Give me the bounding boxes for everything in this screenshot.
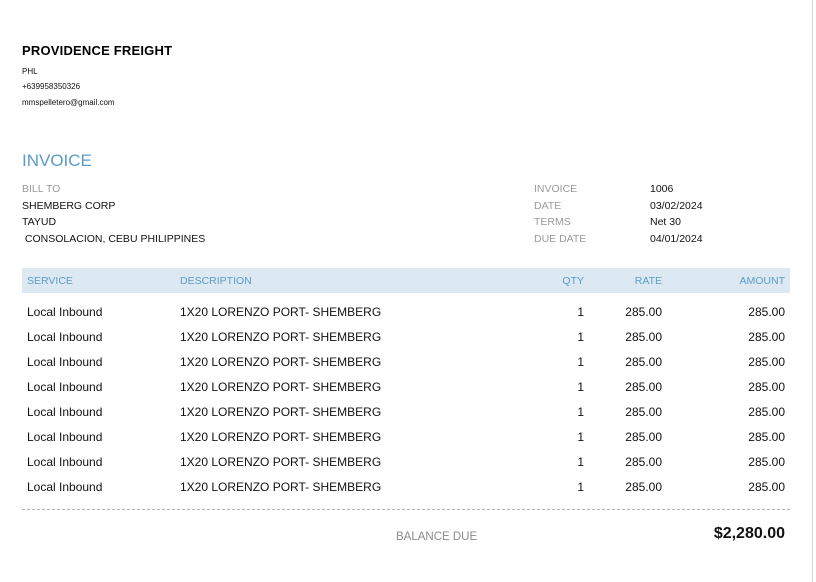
- table-row: Local Inbound 1X20 LORENZO PORT- SHEMBERG…: [22, 424, 790, 449]
- table-row: Local Inbound 1X20 LORENZO PORT- SHEMBERG…: [22, 399, 790, 424]
- amount-cell: 285.00: [748, 430, 785, 444]
- service-cell: Local Inbound: [27, 355, 103, 369]
- qty-cell: 1: [577, 430, 584, 444]
- amount-cell: 285.00: [748, 305, 785, 319]
- amount-cell: 285.00: [748, 405, 785, 419]
- table-row: Local Inbound 1X20 LORENZO PORT- SHEMBERG…: [22, 299, 790, 324]
- invoice-page: PROVIDENCE FREIGHT PHL +639958350326 mms…: [0, 0, 816, 582]
- page-edge-divider: [812, 0, 813, 582]
- amount-cell: 285.00: [748, 380, 785, 394]
- qty-cell: 1: [577, 405, 584, 419]
- description-cell: 1X20 LORENZO PORT- SHEMBERG: [180, 355, 382, 369]
- invoice-title: INVOICE: [22, 151, 92, 170]
- bill-to-address-line1: TAYUD: [22, 216, 57, 228]
- description-cell: 1X20 LORENZO PORT- SHEMBERG: [180, 455, 382, 469]
- rate-cell: 285.00: [625, 305, 662, 319]
- rate-cell: 285.00: [625, 455, 662, 469]
- rate-cell: 285.00: [625, 330, 662, 344]
- total-divider: [22, 509, 790, 510]
- service-cell: Local Inbound: [27, 405, 103, 419]
- rate-cell: 285.00: [625, 380, 662, 394]
- description-cell: 1X20 LORENZO PORT- SHEMBERG: [180, 480, 382, 494]
- table-row: Local Inbound 1X20 LORENZO PORT- SHEMBERG…: [22, 324, 790, 349]
- qty-cell: 1: [577, 455, 584, 469]
- company-location: PHL: [22, 67, 38, 76]
- date-label: DATE: [534, 200, 562, 212]
- description-cell: 1X20 LORENZO PORT- SHEMBERG: [180, 330, 382, 344]
- invoice-number-value: 1006: [650, 183, 674, 195]
- amount-cell: 285.00: [748, 455, 785, 469]
- rate-cell: 285.00: [625, 405, 662, 419]
- header-description: DESCRIPTION: [180, 275, 252, 287]
- invoice-number-label: INVOICE: [534, 183, 578, 195]
- description-cell: 1X20 LORENZO PORT- SHEMBERG: [180, 380, 382, 394]
- header-qty: QTY: [562, 275, 584, 287]
- bill-to-label: BILL TO: [22, 183, 61, 195]
- header-rate: RATE: [634, 275, 662, 287]
- rate-cell: 285.00: [625, 430, 662, 444]
- service-cell: Local Inbound: [27, 305, 103, 319]
- header-amount: AMOUNT: [739, 275, 786, 287]
- bill-to-name: SHEMBERG CORP: [22, 200, 116, 212]
- company-email: mmspelletero@gmail.com: [22, 98, 115, 107]
- amount-cell: 285.00: [748, 480, 785, 494]
- amount-cell: 285.00: [748, 330, 785, 344]
- bill-to-address-line2: CONSOLACION, CEBU PHILIPPINES: [22, 233, 206, 245]
- service-cell: Local Inbound: [27, 430, 103, 444]
- due-date-value: 04/01/2024: [650, 233, 703, 245]
- rate-cell: 285.00: [625, 355, 662, 369]
- description-cell: 1X20 LORENZO PORT- SHEMBERG: [180, 430, 382, 444]
- table-row: Local Inbound 1X20 LORENZO PORT- SHEMBERG…: [22, 474, 790, 499]
- company-phone: +639958350326: [22, 82, 81, 91]
- service-cell: Local Inbound: [27, 455, 103, 469]
- table-row: Local Inbound 1X20 LORENZO PORT- SHEMBERG…: [22, 449, 790, 474]
- header-service: SERVICE: [27, 275, 73, 287]
- qty-cell: 1: [577, 305, 584, 319]
- table-row: Local Inbound 1X20 LORENZO PORT- SHEMBERG…: [22, 374, 790, 399]
- due-date-label: DUE DATE: [534, 233, 587, 245]
- terms-value: Net 30: [650, 216, 681, 228]
- qty-cell: 1: [577, 480, 584, 494]
- service-cell: Local Inbound: [27, 480, 103, 494]
- table-row: Local Inbound 1X20 LORENZO PORT- SHEMBERG…: [22, 349, 790, 374]
- company-name: PROVIDENCE FREIGHT: [22, 43, 173, 58]
- service-cell: Local Inbound: [27, 380, 103, 394]
- description-cell: 1X20 LORENZO PORT- SHEMBERG: [180, 305, 382, 319]
- terms-label: TERMS: [534, 216, 571, 228]
- balance-due-value: $2,280.00: [713, 525, 785, 542]
- qty-cell: 1: [577, 330, 584, 344]
- rate-cell: 285.00: [625, 480, 662, 494]
- date-value: 03/02/2024: [650, 200, 703, 212]
- description-cell: 1X20 LORENZO PORT- SHEMBERG: [180, 405, 382, 419]
- qty-cell: 1: [577, 380, 584, 394]
- amount-cell: 285.00: [748, 355, 785, 369]
- line-items-header: SERVICE DESCRIPTION QTY RATE AMOUNT: [22, 268, 790, 293]
- qty-cell: 1: [577, 355, 584, 369]
- service-cell: Local Inbound: [27, 330, 103, 344]
- balance-due-label: BALANCE DUE: [396, 531, 478, 543]
